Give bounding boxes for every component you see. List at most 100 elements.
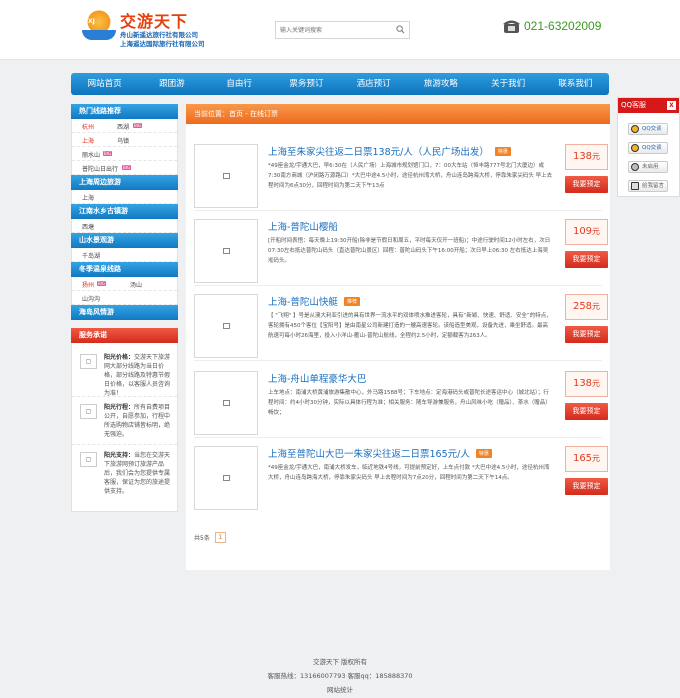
qq-panel-title: QQ客服 (621, 101, 647, 109)
pager-page-current[interactable]: 1 (214, 532, 226, 543)
route-link[interactable]: 丽水山 (82, 150, 100, 159)
ticket-thumbnail[interactable] (194, 144, 258, 208)
list-item: 千岛湖 (72, 248, 177, 262)
qq-button-label: 未启用 (642, 164, 659, 170)
nav-travel-guides[interactable]: 旅游攻略 (407, 73, 474, 95)
broken-image-icon (222, 475, 230, 481)
service-item: ▢ 阳光价格：交游天下旅游网大部分线路为当日价格，部分线路及特惠节假日价格，以客… (72, 347, 177, 397)
service-item: ▢ 阳光行程：所有自费项目公开，自愿参加，行程中所选购物店铺皆标明，绝无强迫。 (72, 397, 177, 445)
site-stats-link[interactable]: 网站统计 (0, 683, 680, 697)
ticket-title[interactable]: 上海至普陀山大巴一朱家尖往返二日票165元/人 (268, 449, 470, 460)
qq-penguin-icon (631, 125, 639, 133)
logo[interactable]: XJ 交游天下 舟山新遥达旅行社有限公司 上海遥达国际旅行社有限公司 (82, 8, 217, 48)
big-badge: BIG (103, 151, 113, 156)
book-button[interactable]: 我要预定 (565, 403, 608, 420)
nav-tickets[interactable]: 票务预订 (273, 73, 340, 95)
site-header: XJ 交游天下 舟山新遥达旅行社有限公司 上海遥达国际旅行社有限公司 021-6… (0, 0, 680, 60)
route-link[interactable]: 上海 (82, 136, 94, 145)
ticket-description: 【 "飞翔" 】号是从澳大利亚引进的具有世界一流水平的双体喷水推进客轮，具有“新… (268, 313, 552, 339)
book-button[interactable]: 我要预定 (565, 478, 608, 495)
ticket-card: 上海-舟山单程豪华大巴 上车地点：南浦大桥黄浦旅游集散中心，外马路1588号；下… (194, 371, 608, 438)
qq-chat-button[interactable]: QQ交谈 (628, 142, 668, 154)
route-link[interactable]: 乌镇 (117, 136, 129, 145)
ticket-description: 上车地点：南浦大桥黄浦旅游集散中心，外马路1588号；下车地点：定海港码头或普陀… (268, 390, 551, 416)
promo-tag: 特惠 (494, 147, 511, 156)
nav-contact-us[interactable]: 联系我们 (542, 73, 609, 95)
price-value: 165 (572, 453, 593, 464)
qq-button-label: QQ交谈 (642, 145, 662, 151)
sidebar-heading-mountain[interactable]: 山水景观游 (71, 233, 178, 248)
route-link[interactable]: 山沟沟 (82, 294, 100, 303)
broken-image-icon: ▢ (80, 452, 97, 467)
close-icon[interactable]: X (667, 101, 676, 110)
broken-image-icon (222, 173, 230, 179)
route-link[interactable]: 汤山 (130, 280, 142, 289)
sidebar-heading-island[interactable]: 海岛风情游 (71, 305, 178, 320)
service-item: ▢ 阳光支持：当您在交游天下旅游网预订旅游产品后，我们会为您提供专属客服，保证为… (72, 445, 177, 507)
list-item: 上海 乌镇 (72, 133, 177, 147)
price-value: 138 (572, 151, 593, 162)
broken-image-icon (222, 248, 230, 254)
price-box: 109元 (565, 219, 608, 245)
price-unit: 元 (592, 454, 601, 463)
sidebar-heading-shanghai[interactable]: 上海周边旅游 (71, 175, 178, 190)
qq-panel-header: QQ客服 X (618, 98, 679, 113)
big-badge: BIG (122, 165, 132, 170)
route-link[interactable]: 扬州 (82, 280, 94, 289)
qq-service-panel: QQ客服 X QQ交谈 QQ交谈 未启用 给我留言 (617, 97, 680, 197)
nav-group-tours[interactable]: 跟团游 (138, 73, 205, 95)
nav-about-us[interactable]: 关于我们 (475, 73, 542, 95)
logo-wave-icon (82, 30, 116, 40)
route-link[interactable]: 上海 (82, 193, 94, 202)
footer-contact: 客服热线：13166007793 客服qq：185888370 (267, 672, 413, 680)
qq-disabled-button[interactable]: 未启用 (628, 161, 668, 173)
company-name-2: 上海遥达国际旅行社有限公司 (120, 40, 205, 48)
breadcrumb: 当前位置：首页 - 在线订票 (186, 104, 610, 124)
search-input[interactable] (276, 22, 391, 38)
route-link[interactable]: 杭州 (82, 122, 94, 131)
price-unit: 元 (592, 152, 601, 161)
book-button[interactable]: 我要预定 (565, 326, 608, 343)
sidebar-heading-jiangnan[interactable]: 江南水乡古镇游 (71, 204, 178, 219)
big-badge: BIG (97, 281, 107, 286)
qq-chat-button[interactable]: QQ交谈 (628, 123, 668, 135)
promo-tag: 推荐 (343, 297, 360, 306)
nav-hotels[interactable]: 酒店预订 (340, 73, 407, 95)
search-icon[interactable] (396, 25, 405, 34)
copyright: 交游天下 版权所有 (312, 658, 368, 666)
service-title: 阳光支持： (104, 452, 135, 459)
nav-home[interactable]: 网站首页 (71, 73, 138, 95)
ticket-thumbnail[interactable] (194, 446, 258, 510)
ticket-thumbnail[interactable] (194, 219, 258, 283)
main-content: 当前位置：首页 - 在线订票 上海至朱家尖往返二日票138元/人（人民广场出发）… (186, 104, 610, 570)
route-link[interactable]: 千岛湖 (82, 251, 100, 260)
book-button[interactable]: 我要预定 (565, 251, 608, 268)
route-link[interactable]: 西湖 (117, 122, 129, 131)
ticket-card: 上海-普陀山快艇 推荐 【 "飞翔" 】号是从澳大利亚引进的具有世界一流水平的双体… (194, 294, 608, 361)
broken-image-icon: ▢ (80, 354, 97, 369)
ticket-title[interactable]: 上海-舟山单程豪华大巴 (268, 374, 366, 385)
list-item: 丽水山 BIG (72, 147, 177, 161)
route-link[interactable]: 西塘 (82, 222, 94, 231)
sidebar-heading-hot[interactable]: 热门线路推荐 (71, 104, 178, 119)
list-item: 西塘 (72, 219, 177, 233)
footer: 交游天下 版权所有 客服热线：13166007793 客服qq：18588837… (0, 655, 680, 697)
nav-independent-travel[interactable]: 自由行 (206, 73, 273, 95)
ticket-title[interactable]: 上海至朱家尖往返二日票138元/人（人民广场出发） (268, 147, 489, 158)
qq-button-label: 给我留言 (642, 183, 665, 189)
broken-image-icon (222, 400, 230, 406)
search-box (275, 21, 410, 39)
sidebar-heading-winter[interactable]: 冬季温泉线路 (71, 262, 178, 277)
service-title: 阳光价格： (104, 354, 135, 361)
price-box: 138元 (565, 144, 608, 170)
ticket-title[interactable]: 上海-普陀山快艇 (268, 297, 338, 308)
leave-message-button[interactable]: 给我留言 (628, 180, 668, 192)
qq-button-label: QQ交谈 (642, 126, 662, 132)
ticket-title[interactable]: 上海-普陀山樱船 (268, 222, 338, 233)
ticket-thumbnail[interactable] (194, 294, 258, 358)
price-unit: 元 (592, 302, 601, 311)
list-item: 扬州 BIG 汤山 (72, 277, 177, 291)
route-link[interactable]: 普陀山日出行 (82, 164, 118, 173)
ticket-thumbnail[interactable] (194, 371, 258, 435)
book-button[interactable]: 我要预定 (565, 176, 608, 193)
